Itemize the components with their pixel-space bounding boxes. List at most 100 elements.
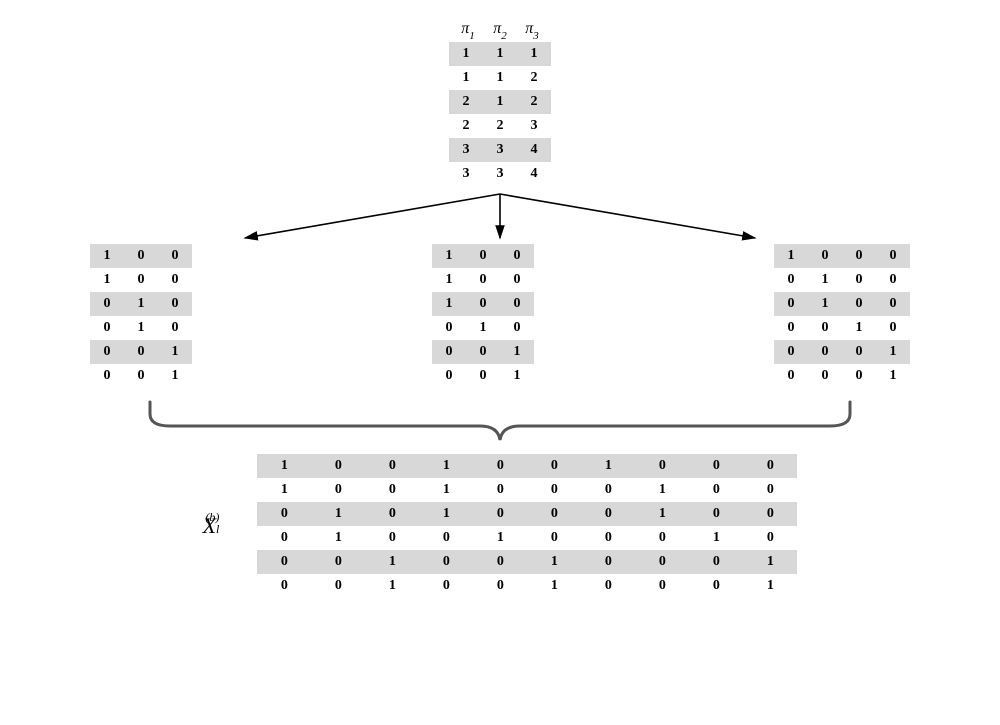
matrix-cell: 0	[808, 316, 842, 340]
matrix-cell: 3	[483, 138, 517, 162]
matrix-cell: 0	[527, 454, 581, 478]
matrix-cell: 0	[90, 292, 124, 316]
matrix-cell: 0	[432, 340, 466, 364]
matrix-cell: 0	[311, 478, 365, 502]
matrix-cell: 0	[466, 244, 500, 268]
matrix-cell: 2	[517, 90, 551, 114]
matrix-cell: 1	[365, 574, 419, 598]
matrix-cell: 1	[90, 244, 124, 268]
matrix-cell: 0	[466, 340, 500, 364]
matrix-cell: 0	[876, 316, 910, 340]
matrix-cell: 0	[842, 340, 876, 364]
matrix-cell: 0	[257, 550, 311, 574]
matrix-cell: 1	[527, 550, 581, 574]
matrix-cell: 1	[419, 478, 473, 502]
matrix-cell: 1	[876, 340, 910, 364]
matrix-cell: 1	[581, 454, 635, 478]
pi-header: π1 π2 π3	[452, 20, 548, 40]
matrix-cell: 0	[257, 502, 311, 526]
matrix-cell: 0	[743, 502, 797, 526]
matrix-cell: 2	[517, 66, 551, 90]
matrix-cell: 0	[527, 502, 581, 526]
matrix-cell: 0	[365, 454, 419, 478]
pi-3-label: π3	[525, 20, 539, 37]
matrix-cell: 0	[124, 340, 158, 364]
matrix-cell: 0	[473, 550, 527, 574]
matrix-cell: 0	[365, 502, 419, 526]
pi-2-label: π2	[493, 20, 507, 37]
matrix-cell: 0	[124, 268, 158, 292]
indicator-matrix-2: 100100100010001001	[432, 244, 534, 388]
indicator-matrix-3: 100001000100001000010001	[774, 244, 910, 388]
matrix-cell: 1	[842, 316, 876, 340]
indicator-matrix-1: 100100010010001001	[90, 244, 192, 388]
matrix-cell: 1	[365, 550, 419, 574]
matrix-cell: 0	[500, 244, 534, 268]
matrix-cell: 1	[90, 268, 124, 292]
matrix-cell: 0	[527, 526, 581, 550]
matrix-cell: 2	[449, 90, 483, 114]
matrix-cell: 0	[581, 526, 635, 550]
matrix-cell: 1	[419, 454, 473, 478]
matrix-cell: 1	[419, 502, 473, 526]
matrix-cell: 0	[876, 292, 910, 316]
matrix-cell: 0	[635, 526, 689, 550]
matrix-cell: 1	[743, 574, 797, 598]
matrix-cell: 0	[158, 268, 192, 292]
matrix-cell: 0	[365, 478, 419, 502]
concatenated-matrix: 1001001000100100010001010001000100100010…	[257, 454, 797, 598]
matrix-cell: 0	[311, 574, 365, 598]
xl-b-label: Xl(b)	[203, 513, 234, 539]
matrix-cell: 1	[483, 42, 517, 66]
matrix-cell: 0	[257, 526, 311, 550]
matrix-cell: 1	[500, 340, 534, 364]
matrix-cell: 0	[500, 316, 534, 340]
matrix-cell: 0	[500, 292, 534, 316]
matrix-cell: 0	[581, 574, 635, 598]
matrix-cell: 1	[158, 364, 192, 388]
matrix-cell: 0	[581, 478, 635, 502]
matrix-cell: 0	[842, 244, 876, 268]
matrix-cell: 0	[635, 454, 689, 478]
matrix-cell: 1	[743, 550, 797, 574]
matrix-cell: 0	[473, 574, 527, 598]
matrix-cell: 0	[365, 526, 419, 550]
matrix-cell: 3	[483, 162, 517, 186]
matrix-cell: 0	[158, 244, 192, 268]
matrix-cell: 0	[842, 268, 876, 292]
matrix-cell: 0	[158, 316, 192, 340]
matrix-cell: 0	[466, 292, 500, 316]
matrix-cell: 0	[90, 316, 124, 340]
matrix-cell: 0	[581, 502, 635, 526]
matrix-cell: 1	[311, 526, 365, 550]
matrix-cell: 3	[449, 162, 483, 186]
matrix-cell: 0	[527, 478, 581, 502]
matrix-cell: 0	[689, 454, 743, 478]
matrix-cell: 0	[311, 454, 365, 478]
matrix-cell: 0	[466, 268, 500, 292]
matrix-cell: 0	[689, 550, 743, 574]
matrix-cell: 0	[466, 364, 500, 388]
matrix-cell: 0	[842, 292, 876, 316]
matrix-cell: 1	[449, 66, 483, 90]
matrix-cell: 0	[124, 244, 158, 268]
matrix-cell: 0	[743, 478, 797, 502]
matrix-cell: 1	[635, 502, 689, 526]
matrix-cell: 1	[124, 316, 158, 340]
matrix-cell: 1	[527, 574, 581, 598]
matrix-cell: 1	[257, 454, 311, 478]
matrix-cell: 0	[473, 502, 527, 526]
matrix-cell: 1	[483, 66, 517, 90]
matrix-cell: 0	[635, 574, 689, 598]
matrix-cell: 0	[419, 526, 473, 550]
matrix-cell: 0	[689, 478, 743, 502]
matrix-cell: 0	[774, 316, 808, 340]
matrix-cell: 0	[808, 244, 842, 268]
matrix-cell: 0	[774, 340, 808, 364]
matrix-cell: 0	[257, 574, 311, 598]
matrix-cell: 1	[635, 478, 689, 502]
matrix-cell: 0	[432, 316, 466, 340]
matrix-cell: 3	[449, 138, 483, 162]
matrix-cell: 1	[774, 244, 808, 268]
matrix-cell: 0	[635, 550, 689, 574]
